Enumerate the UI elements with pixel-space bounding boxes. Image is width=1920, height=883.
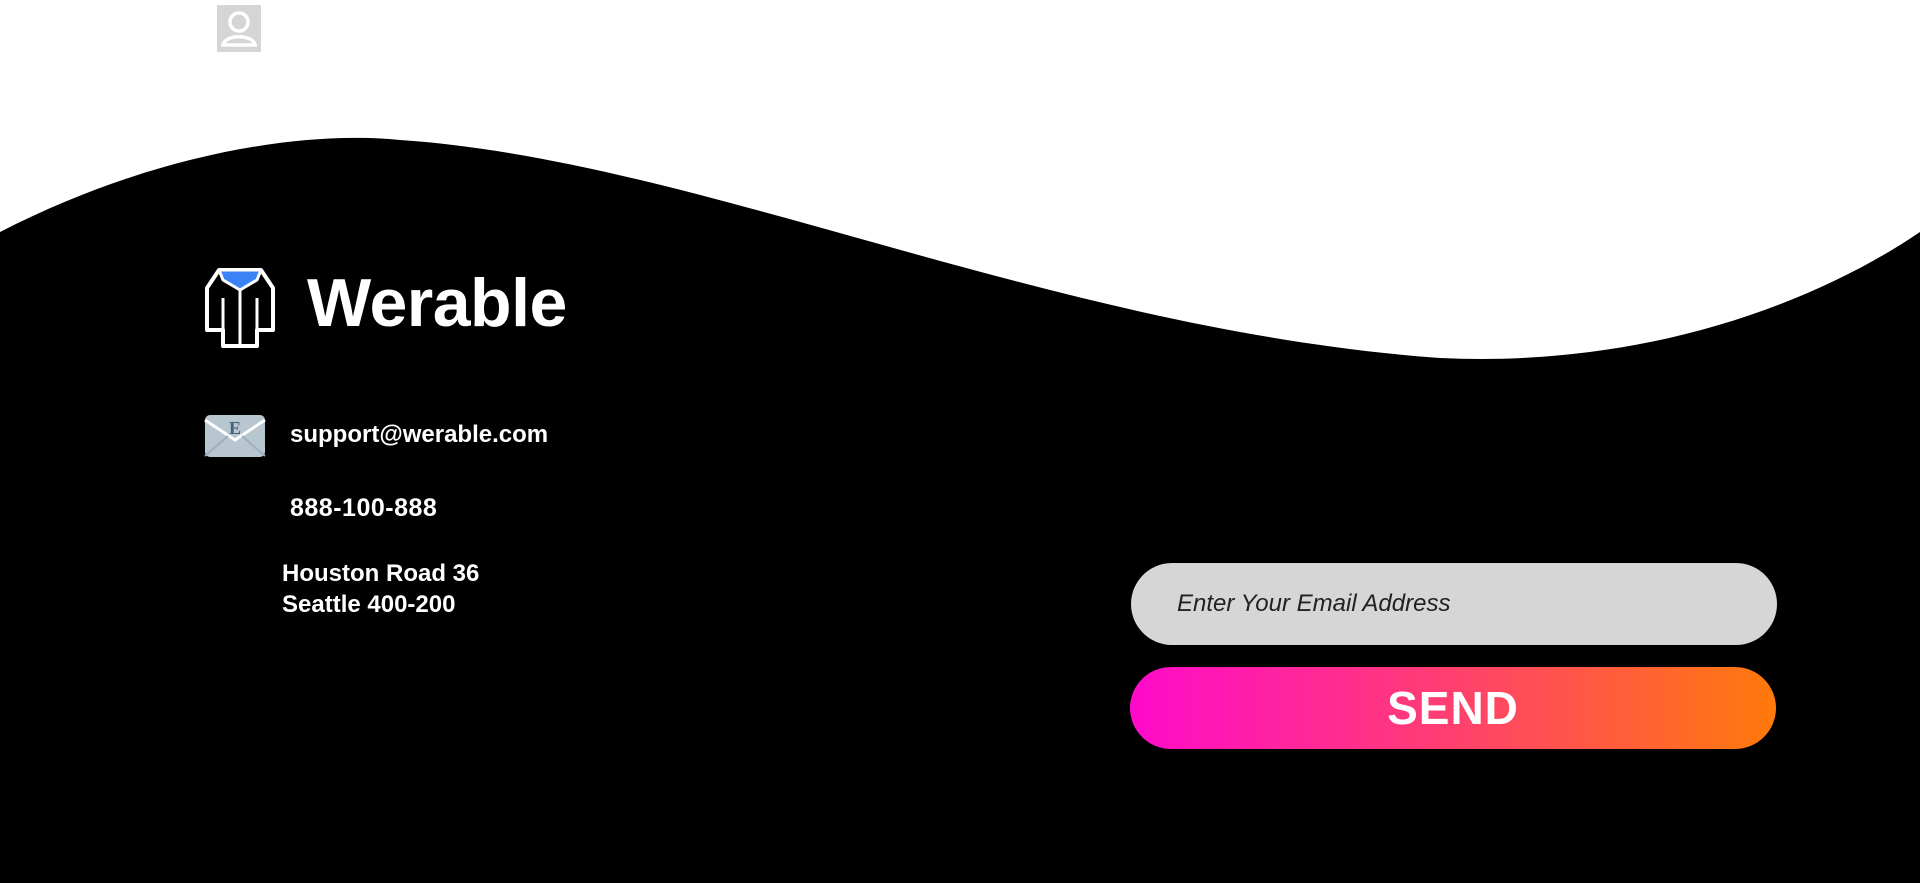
phone-number[interactable]: 888-100-888 <box>290 494 437 523</box>
newsletter-email-input[interactable] <box>1131 563 1777 645</box>
brand-name: Werable <box>307 265 567 341</box>
svg-text:E: E <box>229 418 241 438</box>
send-button[interactable]: SEND <box>1130 667 1776 749</box>
support-email[interactable]: support@werable.com <box>290 421 548 449</box>
brand-logo[interactable]: Werable <box>195 258 567 348</box>
address: Houston Road 36 Seattle 400-200 <box>282 558 479 620</box>
footer-wave-background <box>0 137 1920 883</box>
address-line-1: Houston Road 36 <box>282 560 480 587</box>
address-line-2: Seattle 400-200 <box>282 591 456 618</box>
shirt-icon <box>205 268 275 348</box>
envelope-icon: E <box>204 414 266 458</box>
